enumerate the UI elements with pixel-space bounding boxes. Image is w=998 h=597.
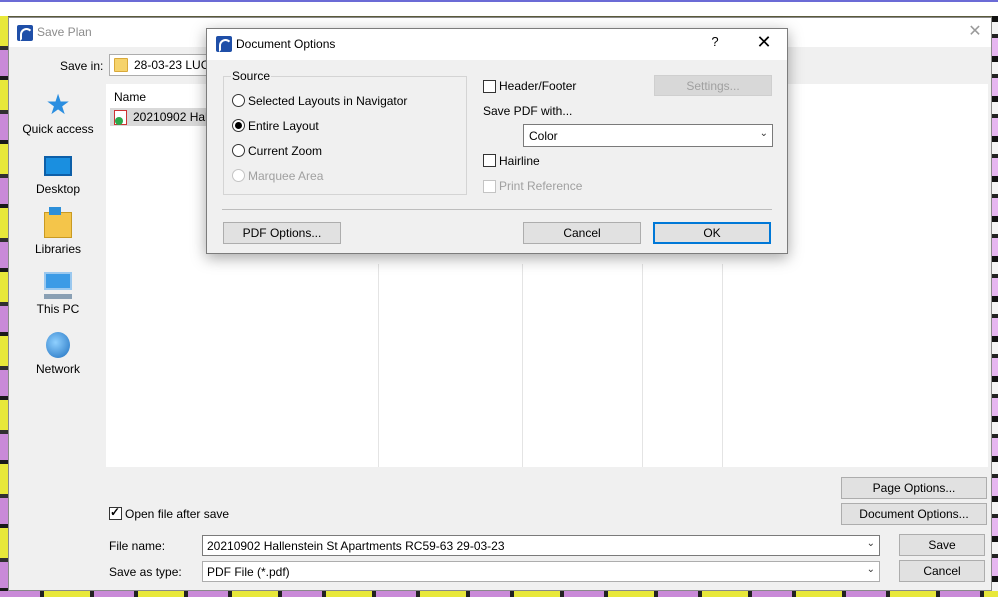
save-pdf-with-label: Save PDF with... — [483, 104, 573, 118]
open-after-save-checkbox[interactable] — [109, 505, 122, 520]
place-label: Libraries — [34, 242, 82, 256]
column-separator — [378, 264, 379, 467]
hairline-checkbox[interactable] — [483, 154, 496, 167]
source-group-label: Source — [231, 69, 272, 83]
place-desktop[interactable]: Desktop — [15, 148, 101, 206]
save-button[interactable]: Save — [899, 534, 985, 556]
header-footer-checkbox[interactable] — [483, 80, 496, 93]
place-label: Quick access — [22, 122, 94, 136]
place-label: Network — [35, 362, 80, 376]
print-reference-checkbox — [483, 180, 496, 193]
save-in-label: Save in: — [60, 59, 104, 73]
close-icon[interactable]: ✕ — [965, 22, 985, 42]
save-as-type-select[interactable]: PDF File (*.pdf) ⌄ — [202, 561, 880, 582]
save-pdf-with-value: Color — [529, 129, 558, 143]
radio-current-zoom[interactable] — [232, 144, 245, 157]
archicad-app-icon — [216, 36, 232, 52]
place-network[interactable]: Network — [15, 328, 101, 386]
header-footer-label: Header/Footer — [499, 79, 577, 93]
cancel-button[interactable]: Cancel — [899, 560, 985, 582]
column-header-name[interactable]: Name — [114, 90, 146, 104]
network-icon — [46, 332, 70, 358]
place-this-pc[interactable]: This PC — [15, 268, 101, 326]
document-options-button[interactable]: Document Options... — [841, 503, 987, 525]
place-quick-access[interactable]: ★ Quick access — [15, 88, 101, 146]
archicad-app-icon — [17, 25, 33, 41]
page-options-button[interactable]: Page Options... — [841, 477, 987, 499]
print-reference-label: Print Reference — [499, 179, 583, 193]
this-pc-icon — [44, 272, 72, 299]
chevron-down-icon[interactable]: ⌄ — [760, 128, 768, 139]
dialog-separator — [222, 209, 772, 210]
radio-label: Current Zoom — [248, 144, 323, 158]
save-as-type-label: Save as type: — [109, 565, 182, 579]
file-name-value: 20210902 Hallenstein St Apartments RC59-… — [207, 539, 505, 553]
document-options-title: Document Options — [236, 37, 336, 51]
save-plan-title: Save Plan — [37, 25, 92, 39]
file-list-item[interactable]: 20210902 Halle — [110, 108, 217, 126]
cancel-button[interactable]: Cancel — [523, 222, 641, 244]
file-name-label: File name: — [109, 539, 166, 553]
desktop-icon — [44, 156, 72, 176]
file-name: 20210902 Halle — [133, 110, 218, 124]
chevron-down-icon[interactable]: ⌄ — [867, 564, 875, 575]
background-strip-left — [0, 16, 8, 597]
quick-access-star-icon: ★ — [45, 89, 71, 120]
background-strip-top — [0, 0, 998, 16]
radio-marquee-area — [232, 169, 245, 182]
ok-button[interactable]: OK — [653, 222, 771, 244]
radio-label: Entire Layout — [248, 119, 319, 133]
open-after-save-label: Open file after save — [125, 507, 230, 521]
save-pdf-with-select[interactable]: Color ⌄ — [523, 124, 773, 147]
libraries-icon — [44, 207, 72, 238]
document-options-dialog: Document Options ? ✕ Source Selected Lay… — [206, 28, 788, 254]
chevron-down-icon[interactable]: ⌄ — [867, 538, 875, 549]
column-separator — [642, 264, 643, 467]
settings-button: Settings... — [654, 75, 772, 96]
pdf-file-icon — [114, 110, 127, 125]
folder-icon — [114, 58, 128, 72]
hairline-label: Hairline — [499, 154, 540, 168]
file-name-input[interactable]: 20210902 Hallenstein St Apartments RC59-… — [202, 535, 880, 556]
pdf-options-button[interactable]: PDF Options... — [223, 222, 341, 244]
place-label: This PC — [36, 302, 80, 316]
help-button[interactable]: ? — [705, 34, 725, 54]
save-as-type-value: PDF File (*.pdf) — [207, 565, 290, 579]
radio-selected-layouts[interactable] — [232, 94, 245, 107]
close-icon[interactable]: ✕ — [754, 32, 774, 54]
radio-label: Marquee Area — [248, 169, 324, 183]
background-strip-bottom — [0, 591, 998, 597]
radio-label: Selected Layouts in Navigator — [248, 94, 408, 108]
document-options-titlebar: Document Options ? ✕ — [207, 29, 787, 60]
place-libraries[interactable]: Libraries — [15, 207, 101, 266]
background-strip-right — [992, 16, 998, 597]
column-separator — [522, 264, 523, 467]
radio-entire-layout[interactable] — [232, 119, 245, 132]
column-separator — [722, 264, 723, 467]
place-label: Desktop — [35, 182, 81, 196]
